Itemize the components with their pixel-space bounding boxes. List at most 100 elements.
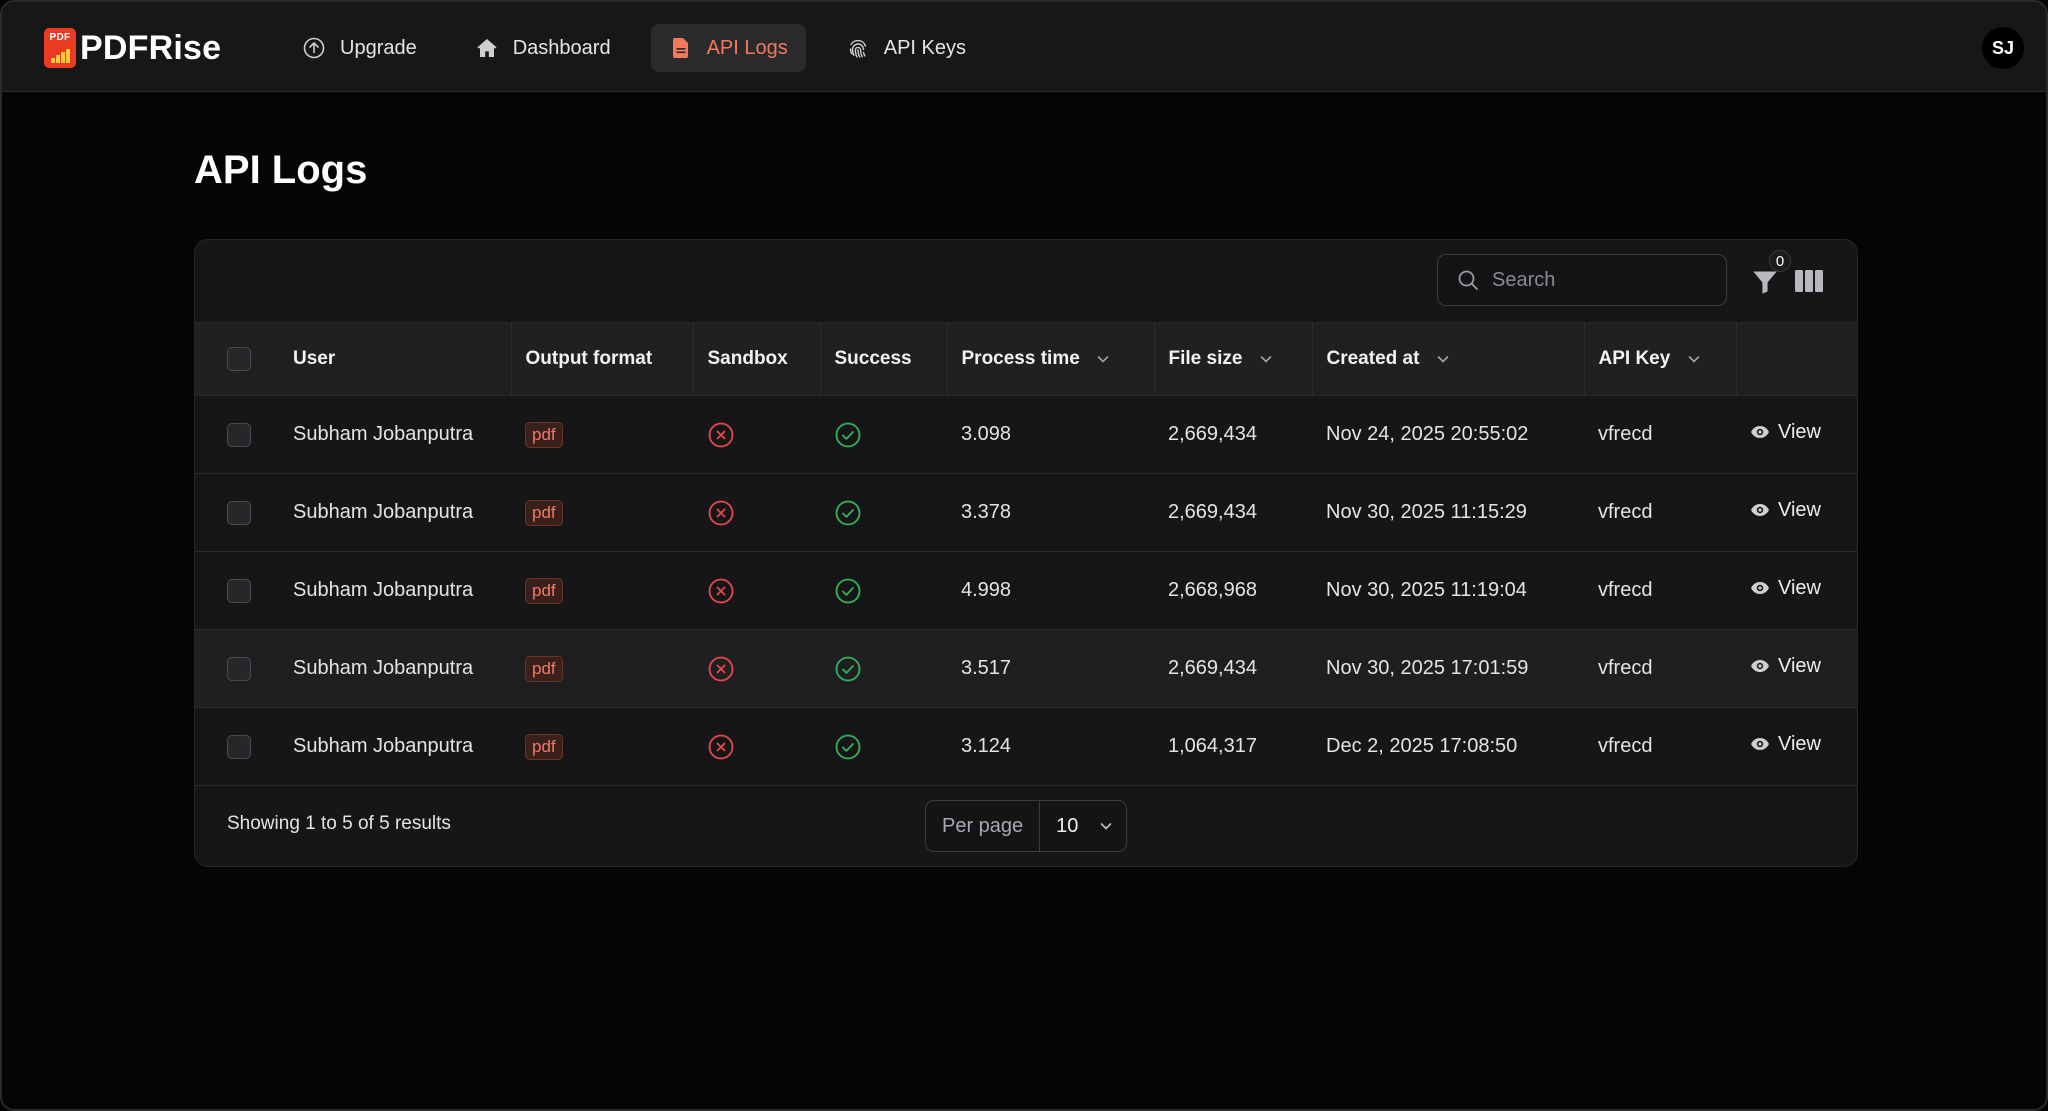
table-row: Subham Jobanputra pdf 3.517 2,669,434 No… [195,630,1858,708]
table-footer: Showing 1 to 5 of 5 results Per page 10 [195,785,1857,867]
logo-badge-icon: PDF [44,28,76,68]
cell-process-time: 3.124 [947,708,1154,786]
eye-icon [1750,578,1770,598]
cell-api-key: vfrecd [1584,396,1736,474]
document-icon [669,36,693,60]
page-title: API Logs [194,148,367,193]
column-header-sandbox[interactable]: Sandbox [693,323,820,396]
table-row: Subham Jobanputra pdf 3.124 1,064,317 De… [195,708,1858,786]
format-badge: pdf [525,734,563,760]
eye-icon [1750,734,1770,754]
table-row: Subham Jobanputra pdf 4.998 2,668,968 No… [195,552,1858,630]
cell-user: Subham Jobanputra [279,552,511,630]
column-header-created-at[interactable]: Created at [1312,323,1584,396]
column-header-actions [1736,323,1858,396]
cell-process-time: 3.517 [947,630,1154,708]
search-icon [1456,268,1480,292]
app-window: PDF PDFRise Upgrade [0,0,2048,1111]
row-checkbox[interactable] [227,501,251,525]
column-header-output-format[interactable]: Output format [511,323,693,396]
cell-process-time: 4.998 [947,552,1154,630]
view-label: View [1778,499,1821,522]
chevron-down-icon [1258,351,1274,367]
column-header-api-key[interactable]: API Key [1584,323,1736,396]
cell-api-key: vfrecd [1584,708,1736,786]
nav-item-label: API Keys [884,37,966,60]
format-badge: pdf [525,500,563,526]
cell-user: Subham Jobanputra [279,396,511,474]
per-page-label: Per page [926,801,1040,851]
table-row: Subham Jobanputra pdf 3.098 2,669,434 No… [195,396,1858,474]
table-header-row: User Output format Sandbox Success Proce… [195,323,1858,396]
cell-api-key: vfrecd [1584,474,1736,552]
row-checkbox[interactable] [227,579,251,603]
column-header-file-size[interactable]: File size [1154,323,1312,396]
chevron-down-icon [1435,351,1451,367]
cell-created-at: Nov 30, 2025 11:15:29 [1312,474,1584,552]
nav-item-api-keys[interactable]: API Keys [828,24,984,72]
eye-icon [1750,500,1770,520]
cell-file-size: 1,064,317 [1154,708,1312,786]
main-nav: Upgrade Dashboard API Logs [284,24,1006,72]
columns-icon[interactable] [1795,268,1823,294]
filter-count-badge: 0 [1769,250,1791,272]
check-circle-icon [834,577,862,605]
cell-created-at: Dec 2, 2025 17:08:50 [1312,708,1584,786]
cell-file-size: 2,669,434 [1154,396,1312,474]
funnel-icon[interactable] [1751,268,1779,296]
column-header-label: File size [1169,348,1243,369]
check-circle-icon [834,733,862,761]
cell-created-at: Nov 24, 2025 20:55:02 [1312,396,1584,474]
eye-icon [1750,656,1770,676]
view-label: View [1778,421,1821,444]
logo-text: PDFRise [80,29,221,68]
view-button[interactable]: View [1750,421,1821,444]
column-header-process-time[interactable]: Process time [947,323,1154,396]
api-logs-table-card: 0 User Output format Sandbox Su [194,239,1858,867]
logo[interactable]: PDF PDFRise [44,28,221,68]
arrow-up-circle-icon [302,36,326,60]
row-checkbox[interactable] [227,657,251,681]
column-header-success[interactable]: Success [820,323,947,396]
cell-file-size: 2,669,434 [1154,630,1312,708]
format-badge: pdf [525,578,563,604]
view-button[interactable]: View [1750,577,1821,600]
view-label: View [1778,655,1821,678]
check-circle-icon [834,499,862,527]
cell-created-at: Nov 30, 2025 17:01:59 [1312,630,1584,708]
row-checkbox[interactable] [227,423,251,447]
view-button[interactable]: View [1750,499,1821,522]
view-label: View [1778,733,1821,756]
search-input[interactable] [1492,269,1712,292]
chevron-down-icon [1686,351,1702,367]
per-page-control: Per page 10 [925,800,1127,852]
cell-user: Subham Jobanputra [279,708,511,786]
x-circle-icon [707,577,735,605]
cell-api-key: vfrecd [1584,552,1736,630]
user-avatar[interactable]: SJ [1982,27,2024,69]
x-circle-icon [707,655,735,683]
home-icon [475,36,499,60]
table-row: Subham Jobanputra pdf 3.378 2,669,434 No… [195,474,1858,552]
nav-item-api-logs[interactable]: API Logs [651,24,806,72]
search-box[interactable] [1437,254,1727,306]
cell-file-size: 2,668,968 [1154,552,1312,630]
api-logs-table: User Output format Sandbox Success Proce… [195,322,1858,786]
top-navigation-bar: PDF PDFRise Upgrade [2,2,2046,92]
row-checkbox[interactable] [227,735,251,759]
eye-icon [1750,422,1770,442]
column-header-user[interactable]: User [279,323,511,396]
nav-item-dashboard[interactable]: Dashboard [457,24,629,72]
view-button[interactable]: View [1750,733,1821,756]
select-all-checkbox[interactable] [227,347,251,371]
fingerprint-icon [846,36,870,60]
nav-item-upgrade[interactable]: Upgrade [284,24,435,72]
format-badge: pdf [525,422,563,448]
view-button[interactable]: View [1750,655,1821,678]
cell-created-at: Nov 30, 2025 11:19:04 [1312,552,1584,630]
per-page-select[interactable]: 10 [1040,815,1114,838]
format-badge: pdf [525,656,563,682]
view-label: View [1778,577,1821,600]
column-header-label: API Key [1599,348,1671,369]
check-circle-icon [834,421,862,449]
